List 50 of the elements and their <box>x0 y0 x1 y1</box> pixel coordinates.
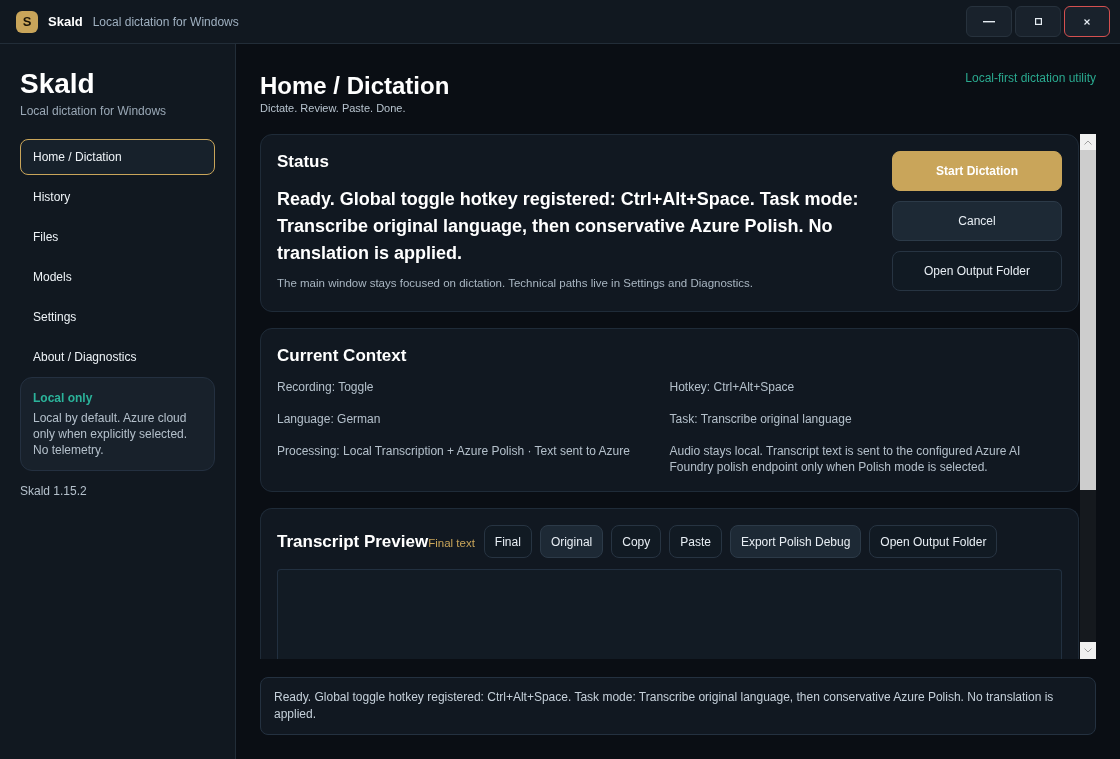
view-label: Final text <box>428 536 475 551</box>
sidebar-title: Skald <box>20 67 96 101</box>
tagline: Local-first dictation utility <box>965 70 1096 86</box>
scroll-down-button[interactable] <box>1080 642 1096 659</box>
card-title: Transcript Preview <box>277 530 429 553</box>
info-card-text: Local by default. Azure cloud only when explicitly selected. No telemetry. <box>33 410 189 458</box>
scrollbar-thumb[interactable] <box>1080 150 1096 490</box>
nav-item[interactable]: Settings <box>20 299 215 335</box>
nav-item[interactable]: History <box>20 179 215 215</box>
context-text: Processing: Local Transcription + Azure Polish · Text sent to Azure <box>277 443 631 460</box>
status-message: Ready. Global toggle hotkey registered: Ctrl+Alt+Space. Task mode: Transcribe original language, then conservative Azure Polish. No translation is applied. <box>277 188 860 265</box>
context-text: Task: Transcribe original language <box>669 411 853 427</box>
button[interactable]: Final <box>483 525 532 558</box>
card-title: Current Context <box>277 345 408 367</box>
button[interactable]: Open Output Folder <box>869 525 998 558</box>
context-text: Recording: Toggle <box>277 379 375 395</box>
button[interactable]: Original <box>539 525 604 558</box>
maximize-button[interactable] <box>1015 6 1061 37</box>
version-label: Skald 1.15.2 <box>20 483 88 499</box>
chevron-down-icon <box>1084 648 1092 653</box>
button[interactable]: Export Polish Debug <box>729 525 862 558</box>
nav-item[interactable]: About / Diagnostics <box>20 339 215 375</box>
minimize-button[interactable] <box>966 6 1012 37</box>
nav-item[interactable]: Files <box>20 219 215 255</box>
window-subtitle: Local dictation for Windows <box>92 13 239 31</box>
card-title: Status <box>277 151 330 173</box>
window-title: Skald <box>48 12 83 31</box>
transcript-text-area[interactable] <box>277 569 1062 659</box>
nav-item[interactable]: Home / Dictation <box>20 139 215 175</box>
button[interactable]: Open Output Folder <box>892 251 1062 291</box>
close-icon <box>1084 18 1090 25</box>
nav-item[interactable]: Models <box>20 259 215 295</box>
chevron-up-icon <box>1084 139 1092 145</box>
page-title: Home / Dictation <box>260 71 450 101</box>
context-text: Language: German <box>277 411 382 427</box>
button[interactable]: Cancel <box>892 201 1062 241</box>
scroll-up-button[interactable] <box>1080 134 1096 150</box>
status-note: The main window stays focused on dictation. Technical paths live in Settings and Diagnostics. <box>277 276 755 291</box>
button[interactable]: Paste <box>669 525 722 558</box>
sidebar-subtitle: Local dictation for Windows <box>20 103 168 119</box>
page-subtitle: Dictate. Review. Paste. Done. <box>260 101 407 115</box>
maximize-icon <box>1034 18 1042 25</box>
info-card-title: Local only <box>33 390 94 406</box>
context-text: Hotkey: Ctrl+Alt+Space <box>669 379 796 395</box>
app-logo: S <box>16 10 38 33</box>
close-button[interactable] <box>1064 6 1110 37</box>
status-bar-text: Ready. Global toggle hotkey registered: Ctrl+Alt+Space. Task mode: Transcribe original language, then conservative Azure Polish. No translation is applied. <box>274 689 1055 723</box>
button[interactable]: Copy <box>611 525 662 558</box>
minimize-icon <box>983 20 995 23</box>
context-text: Audio stays local. Transcript text is sent to the configured Azure AI Foundry polish endpoint only when Polish mode is selected. <box>669 443 1022 475</box>
